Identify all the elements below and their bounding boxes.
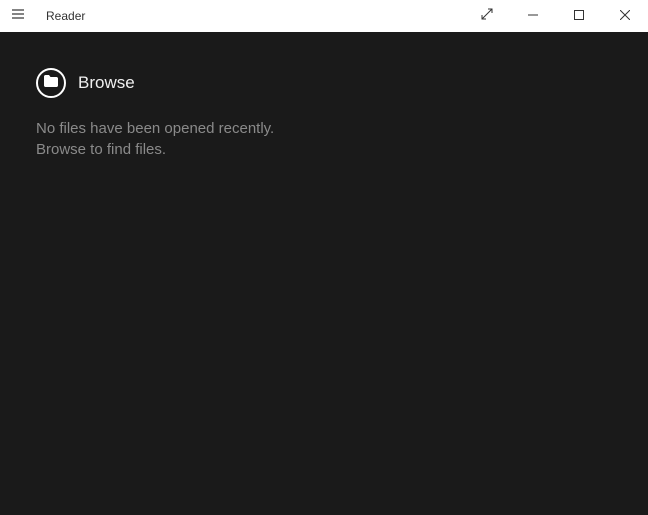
empty-line-1: No files have been opened recently. [36, 118, 612, 139]
hamburger-icon [11, 7, 25, 26]
content-area: Browse No files have been opened recentl… [0, 32, 648, 515]
close-button[interactable] [602, 0, 648, 32]
expand-button[interactable] [464, 0, 510, 32]
folder-icon [44, 74, 58, 92]
titlebar-left: Reader [8, 6, 85, 26]
browse-button[interactable]: Browse [36, 68, 612, 98]
browse-label: Browse [78, 73, 135, 93]
browse-icon-circle [36, 68, 66, 98]
expand-icon [480, 7, 494, 26]
empty-line-2: Browse to find files. [36, 139, 612, 160]
window-controls [464, 0, 648, 32]
empty-state-text: No files have been opened recently. Brow… [36, 118, 612, 160]
maximize-button[interactable] [556, 0, 602, 32]
maximize-icon [574, 7, 584, 25]
minimize-icon [528, 7, 538, 25]
app-title: Reader [46, 9, 85, 23]
titlebar: Reader [0, 0, 648, 32]
menu-button[interactable] [8, 6, 28, 26]
minimize-button[interactable] [510, 0, 556, 32]
close-icon [620, 7, 630, 25]
